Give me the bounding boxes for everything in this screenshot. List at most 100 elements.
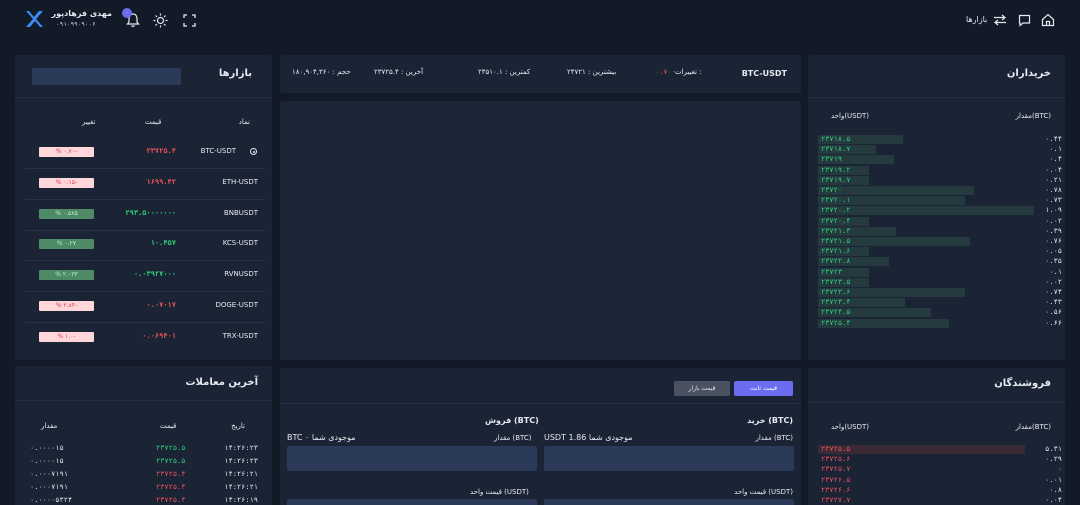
orderbook-amount: ۱.۰۹ [1045, 206, 1062, 215]
orderbook-price: ۲۳۷۲۰.۴ [821, 216, 851, 225]
orderbook-row[interactable]: ۲۳۷۲۳ ۰.۱ [808, 267, 1062, 277]
orderbook-amount: ۰.۴۴ [1045, 135, 1062, 143]
user-name[interactable]: مهدی فرهادپور [52, 9, 112, 18]
orderbook-row[interactable]: ۲۳۷۱۹ ۰.۴ [808, 154, 1062, 165]
trade-time: ۱۴:۲۶:۲۱ [224, 483, 258, 491]
user-phone: ۰۹۱۰۹۹۰۹۰۰۶ [56, 21, 96, 28]
buy-price-input[interactable] [544, 499, 794, 505]
market-symbol[interactable]: RVNUSDT [224, 270, 258, 278]
orderbook-row[interactable]: ۲۳۷۲۱.۳ ۰.۳۹ [808, 226, 1062, 236]
market-price: ۱۶۹۹.۴۲ [146, 177, 176, 186]
home-icon[interactable] [1041, 13, 1055, 27]
buy-amount-input[interactable] [544, 446, 794, 471]
markets-search-input[interactable] [32, 68, 181, 85]
market-symbol[interactable]: DOGE-USDT [215, 301, 258, 309]
orderbook-row[interactable]: ۲۳۷۲۱.۵ ۰.۷۶ [808, 236, 1062, 246]
trades-panel: آخرین معاملات تاریخ قیمت مقدار ۱۴:۲۶:۲۳ ۲… [15, 366, 272, 505]
selected-dot-icon [250, 148, 257, 155]
sell-balance: موجودی شما ۰ BTC [287, 433, 356, 442]
orderbook-row[interactable]: ۲۳۷۲۴.۵ ۰.۵۶ [808, 307, 1062, 318]
sell-amount-input[interactable] [287, 446, 537, 471]
orderbook-price: ۲۳۷۲۶.۵ [821, 475, 851, 484]
tab-limit-price[interactable]: قیمت ثابت [734, 381, 793, 396]
market-symbol[interactable]: TRX-USDT [223, 332, 258, 340]
theme-toggle-icon[interactable] [153, 13, 168, 28]
orderbook-row[interactable]: ۲۳۷۲۲.۸ ۰.۳۵ [808, 256, 1062, 267]
markets-panel: بازارها نماد قیمت تغییر BTC-USDT ۲۳۷۲۵.۴%… [15, 55, 272, 360]
orderbook-row[interactable]: ۲۳۷۲۰.۲ ۱.۰۹ [808, 205, 1062, 216]
orderbook-row[interactable]: ۲۳۷۲۵.۷ ۰ [808, 464, 1062, 474]
orderbook-row[interactable]: ۲۳۷۲۵.۴ ۰.۶۶ [808, 318, 1062, 328]
orderbook-amount: ۵.۳۱ [1045, 445, 1062, 453]
trade-price: ۲۳۷۲۵.۵ [156, 457, 186, 465]
orderbook-row[interactable]: ۲۳۷۱۹.۲ ۰.۰۴ [808, 165, 1062, 175]
sellers-panel: فروشندگان مقدار(BTC) واحد(USDT) ۲۳۷۲۵.۵ ۵… [808, 368, 1065, 505]
orderbook-row[interactable]: ۲۳۷۲۷.۷ ۰.۰۴ [808, 495, 1062, 505]
sell-price-label: قیمت واحد (USDT) [470, 488, 529, 496]
orderbook-row[interactable]: ۲۳۷۲۳.۵ ۰.۰۲ [808, 277, 1062, 287]
orderbook-amount: ۰.۱ [1049, 267, 1062, 276]
orderbook-price: ۲۳۷۲۳.۵ [821, 277, 851, 286]
market-symbol[interactable]: BTC-USDT [201, 147, 236, 155]
nav-markets-label[interactable]: بازارها [966, 15, 987, 24]
message-icon[interactable] [1018, 14, 1031, 27]
ticker-volume: حجم : ۱۸۰,۹۰۴,۳۶۰ [292, 68, 351, 76]
ticker-change-value: ۰.۷۰- [655, 68, 677, 76]
orderbook-price: ۲۳۷۲۵.۷ [821, 465, 851, 474]
market-price: ۲۹۳.۵۰۰۰۰۰۰۰ [125, 208, 176, 217]
buyers-title: خریداران [1006, 68, 1051, 79]
market-change-badge: % ۰.۱۵- [39, 177, 94, 188]
orderbook-price: ۲۳۷۲۴.۴ [821, 298, 851, 307]
market-change-badge: % ۰.۷۰- [39, 147, 94, 157]
orderbook-row[interactable]: ۲۳۷۲۵.۵ ۵.۳۱ [808, 444, 1062, 454]
orderbook-price: ۲۳۷۱۹.۲ [821, 165, 851, 174]
market-symbol[interactable]: BNBUSDT [224, 209, 258, 217]
market-symbol[interactable]: ETH-USDT [222, 178, 258, 186]
price-chart-area[interactable] [280, 101, 801, 360]
orderbook-row[interactable]: ۲۳۷۲۴.۴ ۰.۴۳ [808, 297, 1062, 308]
trade-price: ۲۳۷۲۵.۴ [156, 483, 186, 491]
orderbook-row[interactable]: ۲۳۷۲۰.۴ ۰.۰۲ [808, 216, 1062, 226]
market-price: ۰.۰۶۹۴۰۱ [142, 331, 176, 340]
sellers-col-price: واحد(USDT) [831, 423, 870, 431]
col-change: تغییر [82, 118, 96, 126]
orderbook-row[interactable]: ۲۳۷۲۶.۵ ۰.۰۱ [808, 475, 1062, 485]
trade-time: ۱۴:۲۶:۲۱ [224, 470, 258, 478]
trade-price: ۲۳۷۲۵.۴ [156, 496, 186, 504]
sell-price-input[interactable] [287, 499, 537, 505]
ticker-change-label: تغییرات : [675, 68, 702, 76]
orderbook-price: ۲۳۷۱۸.۵ [821, 135, 851, 143]
orderbook-row[interactable]: ۲۳۷۲۱.۶ ۰.۰۵ [808, 246, 1062, 257]
market-change-badge: % ۲.۸۴- [39, 301, 94, 311]
orderbook-row[interactable]: ۲۳۷۲۰ ۰.۷۸ [808, 185, 1062, 195]
orderbook-row[interactable]: ۲۳۷۱۸.۵ ۰.۴۴ [808, 134, 1062, 144]
orderbook-price: ۲۳۷۲۰.۲ [821, 206, 851, 215]
orderbook-row[interactable]: ۲۳۷۲۳.۶ ۰.۷۴ [808, 287, 1062, 297]
orderbook-row[interactable]: ۲۳۷۲۰.۱ ۰.۷۳ [808, 195, 1062, 206]
orderbook-price: ۲۳۷۲۷.۷ [821, 496, 851, 504]
buy-balance: موجودی شما 1.86 USDT [544, 433, 633, 442]
trade-amount: ۰.۰۰۰۰۱۵ [30, 444, 64, 452]
orderbook-row[interactable]: ۲۳۷۱۹.۷ ۰.۲۱ [808, 175, 1062, 185]
swap-icon[interactable] [993, 14, 1007, 26]
fullscreen-icon[interactable] [183, 14, 196, 27]
orderbook-amount: ۰.۵۶ [1045, 308, 1062, 317]
orderbook-row[interactable]: ۲۳۷۲۶.۶ ۰.۸ [808, 485, 1062, 495]
sell-amount-label: مقدار (BTC) [494, 434, 532, 442]
trade-amount: ۰.۰۰۰۷۱۹۱ [30, 470, 68, 478]
orderbook-amount: ۰.۴ [1049, 155, 1062, 164]
orderbook-row[interactable]: ۲۳۷۲۵.۶ ۰.۲۹ [808, 454, 1062, 464]
tab-market-price[interactable]: قیمت بازار [674, 381, 730, 396]
orderbook-price: ۲۳۷۲۲.۸ [821, 257, 851, 266]
market-price: ۰.۰۷۰۱۷ [146, 301, 176, 309]
orderbook-row[interactable]: ۲۳۷۱۸.۷ ۰.۱ [808, 144, 1062, 155]
market-symbol[interactable]: KCS-USDT [223, 239, 258, 247]
buyers-panel: خریداران مقدار(BTC) واحد(USDT) ۲۳۷۱۸.۵ ۰.… [808, 55, 1065, 360]
orderbook-price: ۲۳۷۲۳.۶ [821, 288, 851, 296]
market-price: ۰.۰۳۹۲۷۰۰۰ [133, 270, 176, 279]
ticker-panel: BTC-USDT تغییرات : ۰.۷۰- بیشترین : ۲۴۷۲۱… [280, 55, 801, 93]
logo-icon[interactable] [24, 10, 44, 28]
orderbook-amount: ۰.۰۴ [1045, 496, 1062, 504]
trades-col-amount: مقدار [41, 422, 58, 430]
buy-amount-label: مقدار (BTC) [755, 434, 793, 442]
